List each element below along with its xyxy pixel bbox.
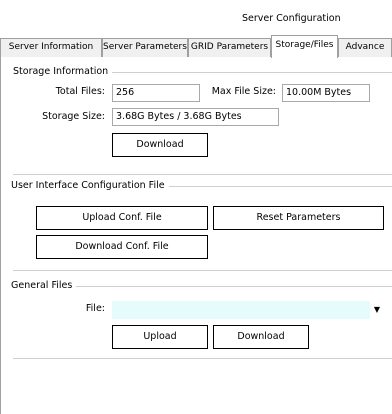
tab-server-information[interactable]: Server Information (0, 38, 102, 57)
tab-server-parameters[interactable]: Server Parameters (102, 38, 188, 57)
general-download-button[interactable]: Download (213, 325, 309, 349)
storage-size-label: Storage Size: (42, 111, 105, 122)
general-files-legend: General Files (11, 280, 77, 291)
total-files-field: 256 (112, 84, 200, 102)
storage-size-field: 3.68G Bytes / 3.68G Bytes (112, 108, 279, 126)
upload-conf-file-button[interactable]: Upload Conf. File (36, 206, 208, 230)
tab-grid-parameters[interactable]: GRID Parameters (188, 38, 271, 57)
file-select[interactable]: ▼ (112, 301, 384, 319)
tab-advance[interactable]: Advance (338, 38, 392, 57)
storage-information-group: Storage Information (13, 66, 392, 77)
general-files-group: General Files (11, 280, 392, 291)
ui-config-group: User Interface Configuration File (11, 180, 392, 191)
window-title: Server Configuration (242, 13, 341, 24)
storage-files-pane: Storage Information Total Files: 256 Max… (0, 57, 392, 414)
tab-strip: Server Information Server Parameters GRI… (0, 35, 392, 58)
tab-storage-files[interactable]: Storage/Files (271, 35, 338, 58)
general-upload-button[interactable]: Upload (112, 325, 208, 349)
storage-group-bottom-divider (13, 174, 392, 175)
reset-parameters-button[interactable]: Reset Parameters (213, 206, 384, 230)
download-conf-file-button[interactable]: Download Conf. File (36, 235, 208, 259)
storage-download-button[interactable]: Download (112, 133, 208, 157)
storage-information-legend: Storage Information (13, 66, 113, 77)
chevron-down-icon[interactable]: ▼ (370, 301, 384, 319)
ui-config-legend: User Interface Configuration File (11, 180, 169, 191)
max-file-size-field: 10.00M Bytes (282, 84, 370, 102)
ui-config-group-bottom-divider (13, 270, 392, 271)
max-file-size-label: Max File Size: (211, 86, 276, 97)
total-files-label: Total Files: (55, 86, 105, 97)
general-group-bottom-divider (13, 358, 392, 359)
file-label: File: (85, 303, 105, 314)
